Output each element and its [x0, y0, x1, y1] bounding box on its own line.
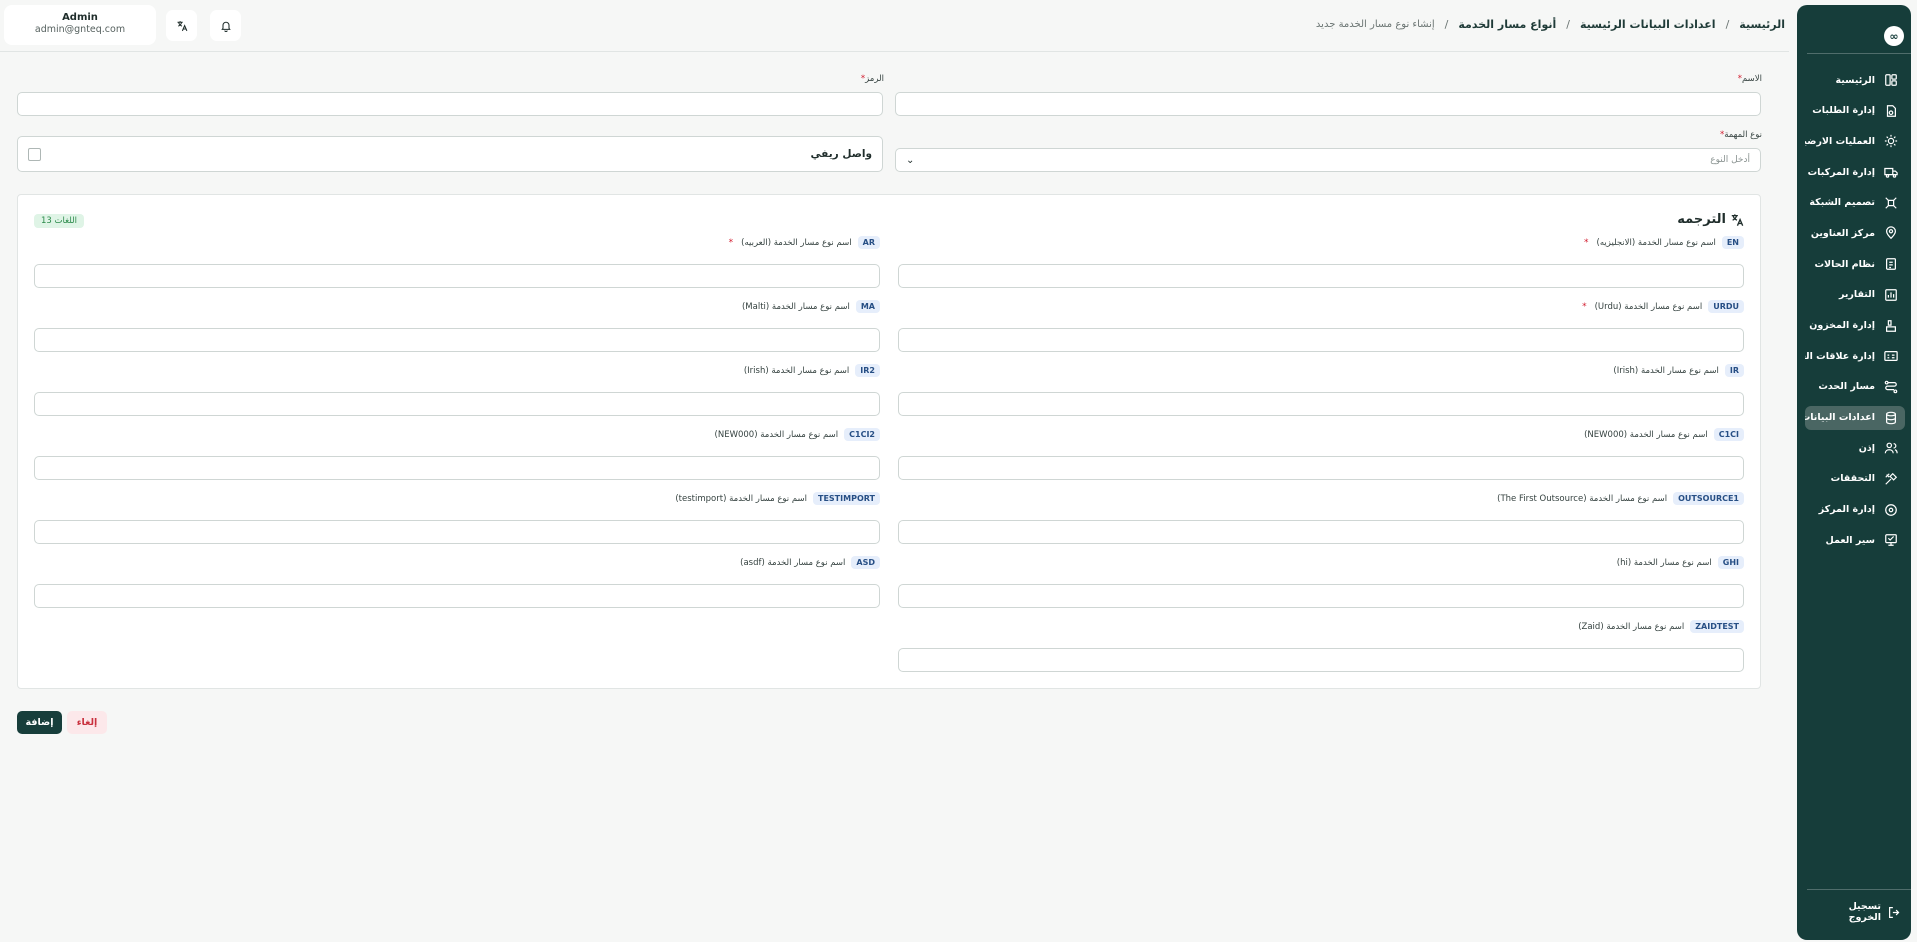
translation-label-ma: MA اسم نوع مسار الخدمة (Malti): [742, 300, 880, 313]
logout-icon: [1889, 906, 1900, 918]
center-icon: [1883, 502, 1899, 518]
route-icon: [1883, 379, 1899, 395]
rural-connector-label: واصل ريفي: [810, 148, 872, 160]
sidebar-item-event-route[interactable]: مسار الحدث: [1805, 375, 1905, 399]
chevron-down-icon: ⌄: [906, 154, 915, 166]
translation-title: الترجمه: [1677, 212, 1744, 227]
breadcrumb-service-route-types[interactable]: أنواع مسار الخدمة: [1458, 18, 1556, 31]
task-type-label: نوع المهمة*: [1719, 130, 1762, 140]
notifications-button[interactable]: [210, 10, 241, 41]
name-input[interactable]: [895, 92, 1761, 116]
translation-input-en[interactable]: [898, 264, 1744, 288]
translation-input-c1ci[interactable]: [898, 456, 1744, 480]
sidebar-item-vehicles[interactable]: إدارة المركبات: [1805, 160, 1905, 184]
users-icon: [1883, 440, 1899, 456]
address-icon: [1883, 225, 1899, 241]
sidebar-item-permissions[interactable]: إذن: [1805, 436, 1905, 460]
translation-label-en: EN اسم نوع مسار الخدمة (الانجليزيه) *: [1584, 236, 1744, 249]
sidebar-item-center-management[interactable]: إدارة المركز: [1805, 498, 1905, 522]
translation-label-outsource1: OUTSOURCE1 اسم نوع مسار الخدمة (The First…: [1497, 492, 1744, 505]
translation-label-testimport: TESTIMPORT اسم نوع مسار الخدمة (testimpor…: [675, 492, 880, 505]
translation-input-ma[interactable]: [34, 328, 880, 352]
logout-button[interactable]: تسجيل الخروج: [1813, 901, 1901, 923]
translation-input-ir2[interactable]: [34, 392, 880, 416]
translation-label-ghi: GHI اسم نوع مسار الخدمة (hi): [1617, 556, 1744, 569]
rural-connector-field[interactable]: واصل ريفي: [17, 136, 883, 172]
workflow-icon: [1883, 532, 1899, 548]
task-type-select[interactable]: أدخل النوع ⌄: [895, 148, 1761, 172]
database-icon: [1883, 410, 1899, 426]
network-icon: [1883, 195, 1899, 211]
crm-icon: [1883, 348, 1899, 364]
translation-input-ar[interactable]: [34, 264, 880, 288]
translation-label-urdu: URDU اسم نوع مسار الخدمة (Urdu) *: [1582, 300, 1744, 313]
translation-panel: الترجمه 13 اللغات EN اسم نوع مسار الخدمة …: [17, 194, 1761, 689]
translation-input-outsource1[interactable]: [898, 520, 1744, 544]
translation-input-c1ci2[interactable]: [34, 456, 880, 480]
language-button[interactable]: [166, 10, 197, 41]
cancel-button[interactable]: إلغاء: [67, 711, 107, 734]
rural-connector-checkbox[interactable]: [28, 147, 41, 161]
sidebar-item-workflow[interactable]: سير العمل: [1805, 528, 1905, 552]
sidebar-item-address[interactable]: مركز العناوين: [1805, 221, 1905, 245]
sidebar-divider: [1807, 889, 1911, 890]
translation-label-ar: AR اسم نوع مسار الخدمة (العربيه) *: [729, 236, 880, 249]
languages-count-badge: 13 اللغات: [34, 214, 84, 228]
orders-icon: [1883, 103, 1899, 119]
translation-input-ir[interactable]: [898, 392, 1744, 416]
sidebar-item-ground-ops[interactable]: العمليات الارضية: [1805, 129, 1905, 153]
breadcrumb: الرئيسية / اعدادات البيانات الرئيسية / أ…: [1316, 18, 1785, 31]
add-button[interactable]: إضافة: [17, 711, 62, 734]
status-icon: [1883, 256, 1899, 272]
sidebar-item-home[interactable]: الرئيسية: [1805, 68, 1905, 92]
task-type-placeholder: أدخل النوع: [1710, 155, 1750, 165]
translation-label-asd: ASD اسم نوع مسار الخدمة (asdf): [740, 556, 880, 569]
truck-icon: [1883, 164, 1899, 180]
sidebar-item-validations[interactable]: التحققات: [1805, 467, 1905, 491]
sidebar-item-orders[interactable]: إدارة الطلبات: [1805, 99, 1905, 123]
translation-input-asd[interactable]: [34, 584, 880, 608]
sidebar-divider: [1807, 53, 1911, 54]
translation-label-c1ci: C1CI اسم نوع مسار الخدمة (NEW000): [1584, 428, 1744, 441]
translation-input-ghi[interactable]: [898, 584, 1744, 608]
breadcrumb-home[interactable]: الرئيسية: [1739, 18, 1785, 31]
sidebar-nav: الرئيسية إدارة الطلبات العمليات الارضية …: [1805, 68, 1905, 559]
translation-label-ir2: IR2 اسم نوع مسار الخدمة (Irish): [744, 364, 880, 377]
sidebar-item-data-settings[interactable]: اعدادات البيانات: [1805, 405, 1905, 430]
sidebar-item-status[interactable]: نظام الحالات: [1805, 252, 1905, 276]
sidebar-item-reports[interactable]: التقارير: [1805, 283, 1905, 307]
sidebar-item-network[interactable]: تصميم الشبكة: [1805, 191, 1905, 215]
translation-input-urdu[interactable]: [898, 328, 1744, 352]
translation-label-c1ci2: C1CI2 اسم نوع مسار الخدمة (NEW000): [715, 428, 880, 441]
user-email: admin@gnteq.com: [34, 24, 126, 35]
translation-label-ir: IR اسم نوع مسار الخدمة (Irish): [1613, 364, 1744, 377]
sidebar-item-inventory[interactable]: إدارة المخزون: [1805, 314, 1905, 338]
breadcrumb-separator: /: [1566, 18, 1570, 31]
user-name: Admin: [62, 12, 98, 23]
breadcrumb-master-data[interactable]: اعدادات البيانات الرئيسية: [1580, 18, 1716, 31]
translation-input-zaidtest[interactable]: [898, 648, 1744, 672]
tools-icon: [1883, 471, 1899, 487]
translate-icon: [1731, 213, 1744, 226]
breadcrumb-current: إنشاء نوع مسار الخدمة جديد: [1315, 19, 1435, 30]
breadcrumb-separator: /: [1725, 18, 1730, 31]
layout-icon: [1883, 72, 1899, 88]
translation-input-testimport[interactable]: [34, 520, 880, 544]
header-divider: [0, 51, 1789, 52]
translation-label-zaidtest: ZAIDTEST اسم نوع مسار الخدمة (Zaid): [1578, 620, 1744, 633]
inventory-icon: [1883, 318, 1899, 334]
ground-ops-icon: [1883, 133, 1899, 149]
user-card[interactable]: Admin admin@gnteq.com: [4, 5, 156, 45]
code-label: الرمز*: [860, 74, 884, 84]
translate-icon: [177, 20, 187, 31]
bell-icon: [220, 21, 231, 32]
code-input[interactable]: [17, 92, 883, 116]
reports-icon: [1883, 287, 1899, 303]
breadcrumb-separator: /: [1444, 18, 1449, 31]
sidebar: ∞ الرئيسية إدارة الطلبات العمليات الارضي…: [1797, 5, 1911, 940]
app-logo[interactable]: ∞: [1884, 26, 1904, 46]
sidebar-item-crm[interactable]: إدارة علاقات العملاء: [1805, 344, 1905, 368]
name-label: الاسم*: [1737, 74, 1762, 84]
